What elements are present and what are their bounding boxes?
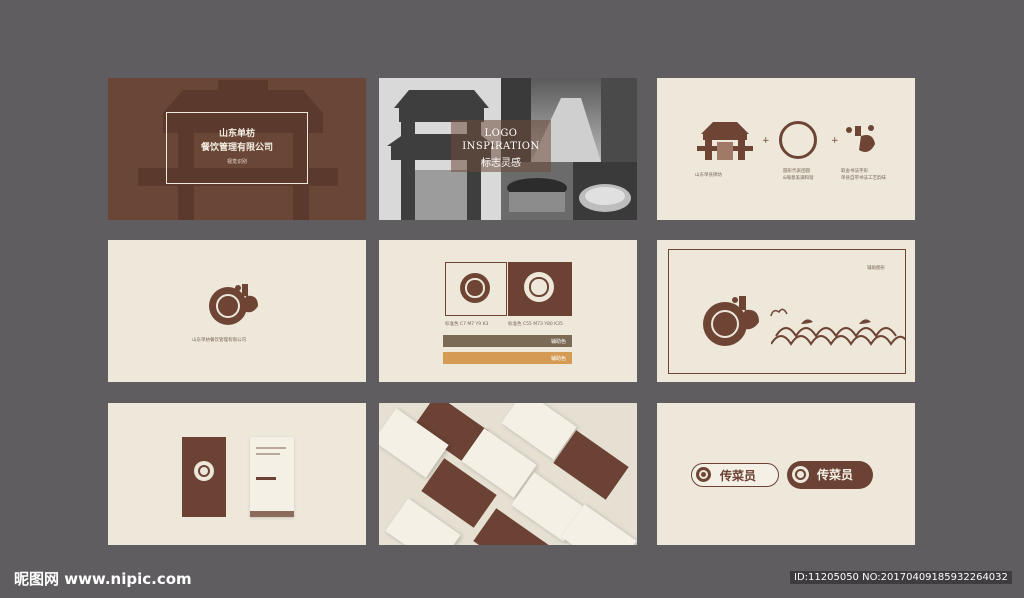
dark-logo-seal-icon xyxy=(524,272,554,302)
color-standards-panel[interactable]: 标准色 C7 M7 Y9 K3 标准色 C55 M73 Y80 K35 辅助色 … xyxy=(379,240,637,382)
inspiration-title-3: 标志灵感 xyxy=(481,158,521,169)
card-back-line xyxy=(256,453,280,455)
concept-caption-2b: &喻意美满和谐 xyxy=(783,176,814,181)
orange-swatch-bar[interactable]: 辅助色 xyxy=(443,352,572,364)
wave-pattern-graphic xyxy=(771,319,906,346)
card-back-line xyxy=(256,477,276,480)
card-front[interactable] xyxy=(182,437,226,517)
concept-caption-1: 山东单县牌坊 xyxy=(695,173,722,178)
site-watermark: 昵图网 www.nipic.com xyxy=(14,570,192,588)
inspiration-panel[interactable]: LOGO INSPIRATION 标志灵感 xyxy=(379,78,637,220)
card-front-seal-icon xyxy=(194,461,214,481)
calligraphy-icon xyxy=(846,125,875,152)
logo-company-name: 山东单枋餐饮管理有限公司 xyxy=(192,338,246,343)
id-watermark: ID:11205050 NO:20170409185932264032 xyxy=(790,571,1012,584)
business-card-panel[interactable] xyxy=(108,403,366,545)
badge-dark-seal-icon xyxy=(792,466,809,483)
aux-graphic-label: 辅助图形 xyxy=(867,266,885,271)
orange-swatch-label: 辅助色 xyxy=(550,356,566,362)
card-back[interactable] xyxy=(250,437,294,517)
concept-panel[interactable]: + + 山东单县牌坊 圆形代表团圆 &喻意美满和谐 取舍书法字形 单县自带书法工… xyxy=(657,78,915,220)
concept-caption-3b: 单县自带书法工艺韵味 xyxy=(841,176,886,181)
standard-color-label: 标准色 C7 M7 Y9 K3 xyxy=(445,322,489,327)
badge-panel[interactable]: 传菜员 传菜员 xyxy=(657,403,915,545)
cover-line-1: 山东单枋 xyxy=(218,129,255,139)
light-logo-seal-icon xyxy=(460,273,490,303)
archway-icon xyxy=(697,122,753,160)
concept-caption-2a: 圆形代表团圆 xyxy=(783,169,810,174)
card-back-line xyxy=(256,447,286,449)
badge-dark-title: 传菜员 xyxy=(817,468,854,482)
ring-icon xyxy=(779,121,817,159)
olive-swatch-bar[interactable]: 辅助色 xyxy=(443,335,572,347)
inspiration-title-1: LOGO xyxy=(484,128,518,139)
inspiration-title-2: INSPIRATION xyxy=(462,141,540,152)
dark-logo-box[interactable] xyxy=(508,262,572,316)
badge-light[interactable]: 传菜员 xyxy=(691,463,779,487)
cover-panel[interactable]: 山东单枋 餐饮管理有限公司 视觉识别 xyxy=(108,78,366,220)
noodle-photo xyxy=(573,162,637,220)
logo-calligraphy-icon xyxy=(235,284,258,313)
cards-mockup-panel[interactable] xyxy=(379,403,637,545)
concept-caption-3a: 取舍书法字形 xyxy=(841,169,868,174)
cloud-motif-icon xyxy=(770,308,788,317)
cover-line-3: 视觉识别 xyxy=(226,159,247,165)
plus-icon-2: + xyxy=(831,136,839,146)
auxiliary-graphic-panel[interactable]: 辅助图形 xyxy=(657,240,915,382)
cover-line-2: 餐饮管理有限公司 xyxy=(200,143,273,153)
badge-light-seal-icon xyxy=(696,467,711,482)
logo-panel[interactable]: 山东单枋餐饮管理有限公司 xyxy=(108,240,366,382)
card-back-wave xyxy=(250,511,294,517)
badge-light-title: 传菜员 xyxy=(720,469,757,483)
light-logo-box[interactable] xyxy=(445,262,507,316)
brown-color-label: 标准色 C55 M73 Y80 K35 xyxy=(508,322,563,327)
plus-icon-1: + xyxy=(762,136,770,146)
aux-calligraphy-icon xyxy=(732,296,759,330)
olive-swatch-label: 辅助色 xyxy=(550,339,566,345)
badge-dark[interactable]: 传菜员 xyxy=(787,461,873,489)
